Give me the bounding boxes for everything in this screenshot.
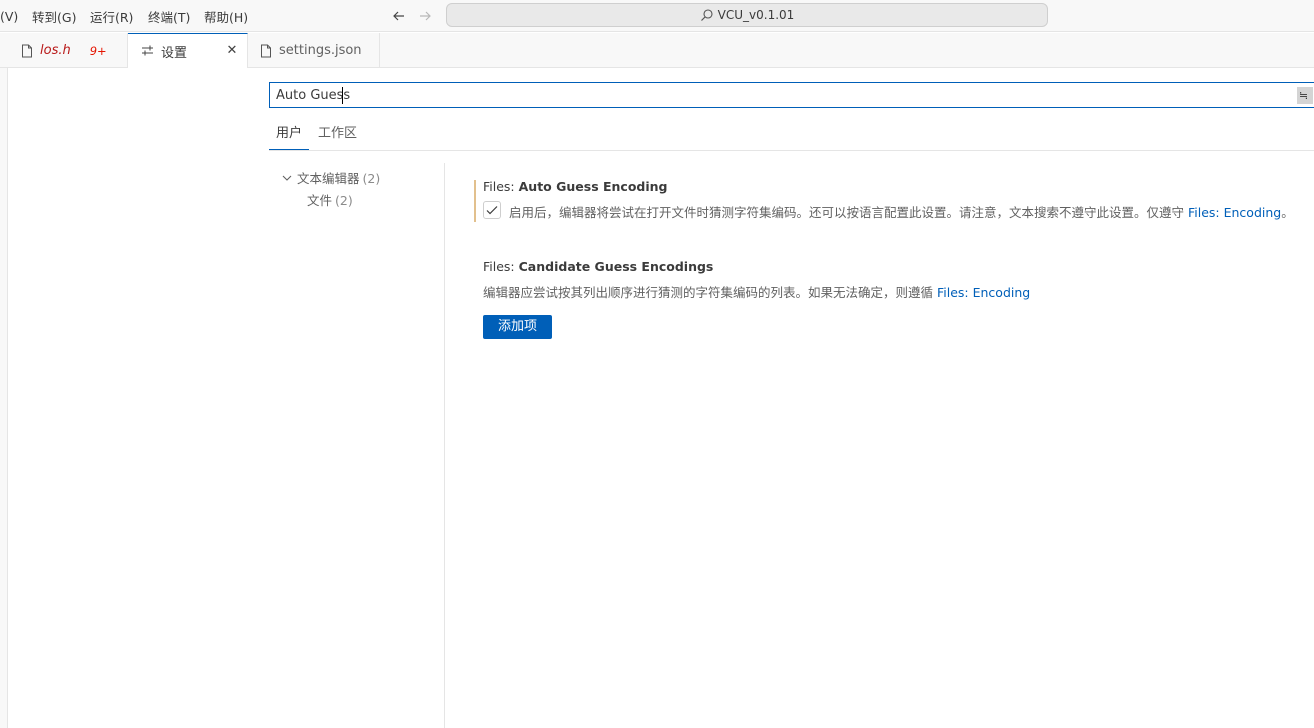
setting-name: Candidate Guess Encodings	[518, 259, 714, 274]
command-center[interactable]: VCU_v0.1.01	[446, 3, 1048, 27]
menu-help[interactable]: 帮助(H)	[204, 7, 248, 26]
files-encoding-link[interactable]: Files: Encoding	[1188, 205, 1281, 220]
tab-settings[interactable]: 设置 ✕	[128, 33, 248, 68]
modified-indicator	[474, 180, 476, 222]
check-icon	[486, 206, 498, 215]
close-icon[interactable]: ✕	[225, 44, 239, 58]
tab-label: settings.json	[279, 43, 362, 58]
tab-settings-json[interactable]: settings.json	[248, 33, 380, 68]
file-icon	[21, 44, 33, 58]
toc-label: 文本编辑器	[297, 171, 360, 186]
setting-candidate-guess-encodings: Files: Candidate Guess Encodings 编辑器应尝试按…	[474, 259, 1314, 350]
settings-toc: 文本编辑器 (2) 文件 (2)	[269, 163, 445, 728]
toc-item-files[interactable]: 文件 (2)	[307, 190, 353, 209]
title-bar: (V) 转到(G) 运行(R) 终端(T) 帮助(H) VCU_v0.1.01	[0, 0, 1314, 32]
tab-user[interactable]: 用户	[269, 124, 310, 150]
description-text: 启用后，编辑器将尝试在打开文件时猜测字符集编码。还可以按语言配置此设置。请注意，…	[509, 205, 1188, 220]
auto-guess-checkbox[interactable]	[483, 201, 501, 219]
setting-description: 启用后，编辑器将尝试在打开文件时猜测字符集编码。还可以按语言配置此设置。请注意，…	[509, 202, 1294, 221]
toc-count: (2)	[335, 193, 353, 208]
setting-description: 编辑器应尝试按其列出顺序进行猜测的字符集编码的列表。如果无法确定，则遵循 Fil…	[483, 282, 1030, 301]
forward-arrow-icon[interactable]	[415, 6, 435, 26]
menu-terminal[interactable]: 终端(T)	[148, 7, 190, 26]
back-arrow-icon[interactable]	[389, 6, 409, 26]
setting-title: Files: Auto Guess Encoding	[483, 179, 668, 194]
problem-count-badge: 9+	[89, 43, 107, 58]
chevron-down-icon	[281, 172, 293, 184]
tab-los-h[interactable]: los.h 9+	[8, 33, 128, 68]
setting-category: Files:	[483, 259, 519, 274]
toc-label: 文件	[307, 193, 333, 208]
menu-go[interactable]: 转到(G)	[32, 7, 76, 26]
editor-tab-bar: los.h 9+ 设置 ✕ settings.json	[0, 33, 1314, 68]
setting-title: Files: Candidate Guess Encodings	[483, 259, 713, 274]
add-item-button[interactable]: 添加项	[483, 315, 552, 339]
command-center-label: VCU_v0.1.01	[717, 8, 795, 22]
file-icon	[260, 44, 272, 58]
tab-label: los.h	[40, 43, 71, 58]
tab-label: 设置	[161, 45, 188, 61]
settings-icon	[141, 44, 154, 58]
activity-bar-edge	[0, 33, 8, 728]
toc-item-text-editor[interactable]: 文本编辑器 (2)	[281, 168, 380, 187]
settings-search-input[interactable]	[276, 86, 1296, 104]
description-text: 编辑器应尝试按其列出顺序进行猜测的字符集编码的列表。如果无法确定，则遵循	[483, 285, 937, 300]
description-suffix: 。	[1281, 205, 1294, 220]
setting-category: Files:	[483, 179, 519, 194]
setting-name: Auto Guess Encoding	[518, 179, 668, 194]
text-caret	[342, 87, 343, 104]
tab-workspace[interactable]: 工作区	[311, 124, 364, 150]
toc-count: (2)	[362, 171, 381, 186]
menu-view[interactable]: (V)	[0, 9, 18, 24]
settings-scope-tabs: 用户 工作区	[269, 118, 1314, 151]
clear-filter-icon[interactable]: ≒	[1297, 87, 1313, 104]
search-icon	[700, 8, 714, 22]
settings-search[interactable]: ≒	[269, 82, 1314, 108]
menu-run[interactable]: 运行(R)	[90, 7, 133, 26]
files-encoding-link[interactable]: Files: Encoding	[937, 285, 1030, 300]
setting-auto-guess-encoding: Files: Auto Guess Encoding 启用后，编辑器将尝试在打开…	[474, 179, 1314, 226]
